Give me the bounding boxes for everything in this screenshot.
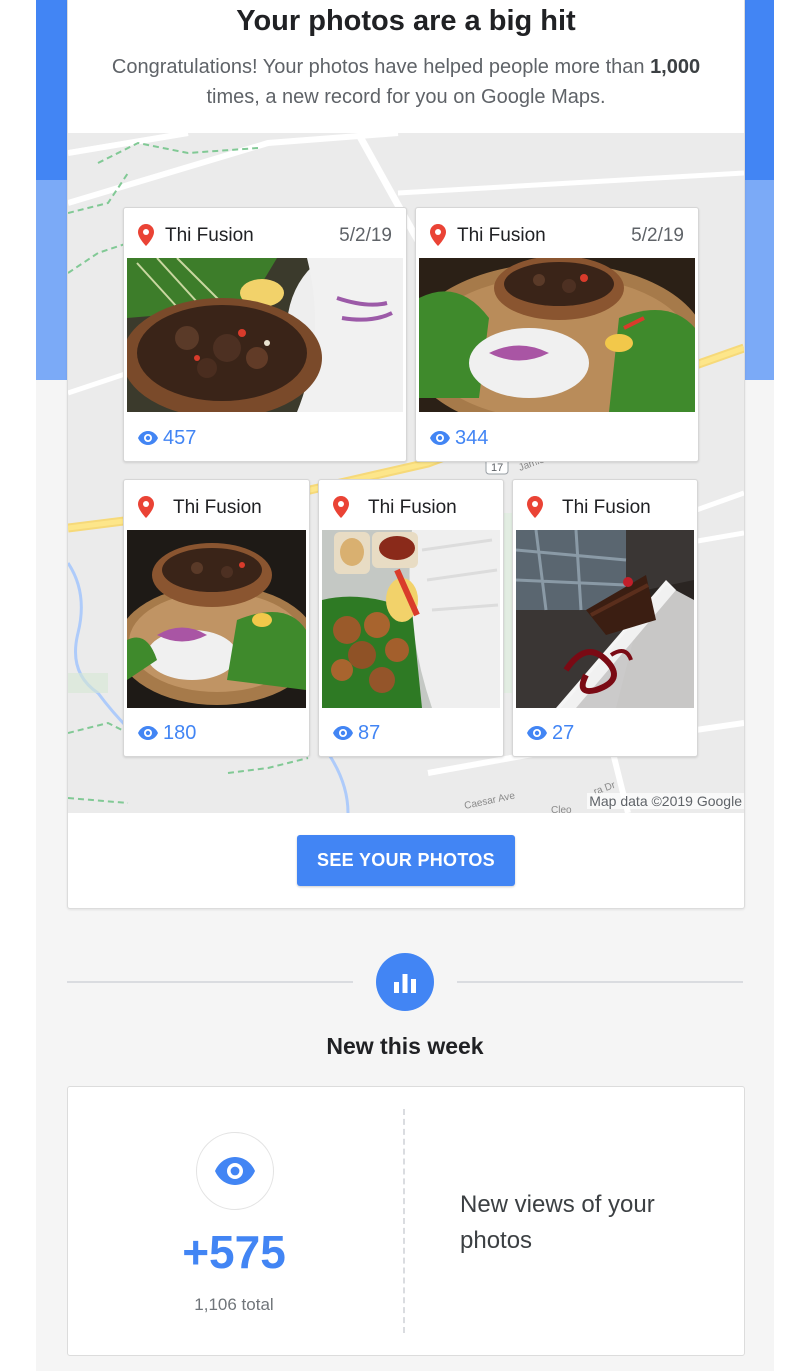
eye-badge (196, 1132, 274, 1210)
eye-icon (333, 726, 353, 740)
photo-date: 5/2/19 (339, 225, 392, 246)
map-pin-icon (138, 496, 154, 518)
place-name: Thi Fusion (457, 225, 546, 246)
photo-card[interactable]: Thi Fusion 27 (512, 479, 698, 757)
food-photo[interactable] (419, 258, 695, 412)
food-photo[interactable] (127, 258, 403, 412)
see-your-photos-button[interactable]: SEE YOUR PHOTOS (297, 835, 515, 886)
photo-card[interactable]: Thi Fusion 5/2/19 (123, 207, 407, 462)
section-divider-right (457, 981, 743, 983)
photo-date: 5/2/19 (631, 225, 684, 246)
eye-icon (138, 726, 158, 740)
place-name: Thi Fusion (368, 497, 457, 518)
map-pin-icon (333, 496, 349, 518)
street-label-cleo: Cleo (551, 805, 572, 813)
bar-chart-icon (394, 974, 416, 993)
record-count: 1,000 (650, 56, 701, 78)
map-attribution: Map data ©2019 Google (587, 793, 744, 809)
place-name: Thi Fusion (165, 225, 254, 246)
place-name: Thi Fusion (562, 497, 651, 518)
section-title: New this week (326, 1033, 484, 1059)
food-photo[interactable] (516, 530, 694, 708)
new-views-count: +575 (182, 1226, 286, 1278)
stat-divider (403, 1109, 405, 1333)
map-pin-icon (430, 224, 446, 246)
photo-card[interactable]: Thi Fusion 5/2/19 (415, 207, 699, 462)
section-divider-left (67, 981, 353, 983)
chart-badge (376, 953, 434, 1011)
map-view[interactable]: Caesar Ave Jamie Cleo ra Dr 17 Thi Fusio… (68, 133, 744, 813)
map-pin-icon (527, 496, 543, 518)
eye-icon (215, 1157, 255, 1185)
photo-card[interactable]: Thi Fusion 180 (123, 479, 310, 757)
place-name: Thi Fusion (173, 497, 262, 518)
stat-description: New views of your photos (460, 1191, 655, 1254)
food-photo[interactable] (322, 530, 500, 708)
photo-card[interactable]: Thi Fusion 87 (318, 479, 504, 757)
route-shield: 17 (491, 462, 503, 474)
eye-icon (138, 431, 158, 445)
photos-hit-card: Your photos are a big hit Congratulation… (67, 0, 745, 909)
total-views: 1,106 total (194, 1295, 274, 1314)
card-title: Your photos are a big hit (236, 5, 576, 37)
views-stat-card: +575 1,106 total New views of your photo… (67, 1086, 745, 1356)
eye-icon (527, 726, 547, 740)
card-subtitle: Congratulations! Your photos have helped… (111, 56, 701, 108)
map-pin-icon (138, 224, 154, 246)
eye-icon (430, 431, 450, 445)
food-photo[interactable] (127, 530, 306, 708)
